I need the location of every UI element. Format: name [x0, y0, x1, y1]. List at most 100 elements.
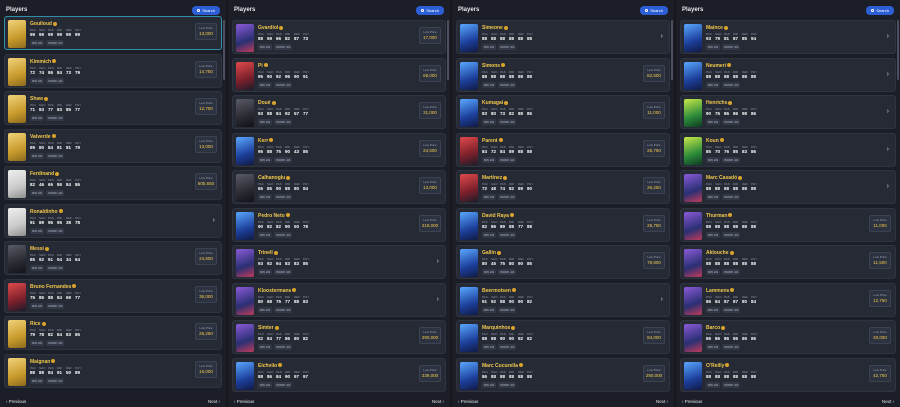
player-card[interactable]: Kimmich PAC SHO PAS DRI DEF PHY 72 74 86 84 73 79 RW … — [4, 53, 222, 88]
player-card[interactable]: Pedro Neto PAC SHO PAS DRI DEF PHY 90 82 82 90 50 78… — [232, 207, 446, 242]
player-card[interactable]: Trinell PAC SHO PAS DRI DEF PHY 93 92 94 83 83 85 RW … — [232, 245, 446, 279]
player-card[interactable]: Gvardiol PAC SHO PAS DRI DEF PHY 88 59 66 82 87 73 RW… — [232, 20, 446, 54]
chevron-right-icon[interactable]: › — [437, 258, 439, 265]
next-button[interactable]: Next › — [656, 399, 668, 404]
player-card[interactable]: Lammens PAC SHO PAS DRI DEF PHY 86 84 87 87 80 84 RW … — [680, 282, 896, 317]
price-value: 24,600 — [199, 256, 213, 261]
stat-value: 75 — [715, 111, 721, 116]
player-chips: RW LW WORK 4/4 — [482, 194, 517, 200]
player-card[interactable]: Gouiloud PAC SHO PAS DRI DEF PHY 99 99 99 99 99 99 RW… — [4, 16, 222, 50]
player-card[interactable]: Kerr PAC SHO PAS DRI DEF PHY 95 88 75 90 43 85 RW LW W… — [232, 132, 446, 167]
player-chips: RW LW WORK 4/4 — [30, 77, 65, 84]
player-card[interactable]: Valverde PAC SHO PAS DRI DEF PHY 89 80 84 81 81 79 RW… — [4, 128, 222, 163]
stat-value: 94 — [57, 257, 63, 262]
player-card[interactable]: Pi PAC SHO PAS DRI DEF PHY 95 90 92 96 90 91 RW LW WOR… — [232, 57, 446, 92]
chevron-right-icon[interactable]: › — [213, 217, 215, 224]
player-card[interactable]: Neumeri PAC SHO PAS DRI DEF PHY 88 88 88 88 88 88 RW … — [680, 57, 896, 92]
stat-value: 89 — [509, 148, 515, 154]
player-card[interactable]: Ronaldinho PAC SHO PAS DRI DEF PHY 91 89 95 95 38 78… — [4, 203, 222, 238]
chevron-right-icon[interactable]: › — [887, 108, 889, 115]
player-card[interactable]: Shaw PAC SHO PAS DRI DEF PHY 71 83 77 83 85 77 RW LW W… — [4, 91, 222, 125]
player-card[interactable]: Martínez PAC SHO PAS DRI DEF PHY 72 48 74 82 89 90 RW… — [456, 170, 670, 204]
stat-value: 75 — [30, 294, 36, 300]
stat-value: 84 — [482, 148, 488, 154]
stat-value: 88 — [518, 73, 524, 79]
previous-button[interactable]: ‹ Previous — [6, 399, 26, 404]
chevron-right-icon[interactable]: › — [887, 33, 889, 40]
player-card[interactable]: Calhanoglu PAC SHO PAS DRI DEF PHY 65 85 90 88 80 84… — [232, 170, 446, 204]
stat-value: 69 — [66, 294, 72, 300]
player-card[interactable]: Koun PAC SHO PAS DRI DEF PHY 85 70 76 85 83 86 RW LW W… — [680, 132, 896, 167]
search-button[interactable]: Search — [192, 5, 220, 15]
player-chips: RW LW WORK 4/4 — [482, 306, 517, 313]
player-card[interactable]: Henrichs PAC SHO PAS DRI DEF PHY 90 75 86 86 98 86 RW… — [680, 95, 896, 129]
next-button[interactable]: Next › — [208, 399, 220, 404]
next-button[interactable]: Next › — [882, 399, 894, 404]
player-card[interactable]: Maignan PAC SHO PAS DRI DEF PHY 88 88 84 91 50 89 RW … — [4, 353, 222, 388]
previous-button[interactable]: ‹ Previous — [458, 399, 478, 404]
player-card[interactable]: Messi PAC SHO PAS DRI DEF PHY 85 92 91 94 34 64 RW LW… — [4, 241, 222, 275]
stat-value: 88 — [715, 373, 721, 379]
scrollbar[interactable] — [223, 20, 225, 80]
player-card[interactable]: Kloostermans PAC SHO PAS DRI DEF PHY 80 68 75 77 88… — [232, 282, 446, 317]
player-card[interactable]: Parent PAC SHO PAS DRI DEF PHY 84 72 84 89 88 88 RW L… — [456, 132, 670, 167]
previous-button[interactable]: ‹ Previous — [682, 399, 702, 404]
price-label: Low Price — [423, 142, 437, 147]
player-card[interactable]: Rice PAC SHO PAS DRI DEF PHY 79 78 82 84 83 85 RW LW W… — [4, 316, 222, 350]
player-card[interactable]: Beermotsen PAC SHO PAS DRI DEF PHY 91 92 88 90 90 82… — [456, 282, 670, 317]
player-card[interactable]: Eichvilo PAC SHO PAS DRI DEF PHY 88 86 84 90 97 97 RW… — [232, 357, 446, 392]
stat-value: 88 — [724, 223, 730, 229]
scrollbar[interactable] — [897, 20, 899, 80]
chevron-right-icon[interactable]: › — [661, 33, 663, 40]
stat-value: 82 — [267, 223, 273, 229]
player-card[interactable]: Aklouche PAC SHO PAS DRI DEF PHY 88 88 88 88 88 88 RW… — [680, 245, 896, 279]
player-card[interactable]: Ferdinand PAC SHO PAS DRI DEF PHY 82 46 65 86 84 86 R… — [4, 166, 222, 200]
stat-value: 88 — [500, 373, 506, 379]
player-chip: WORK 4/4 — [46, 340, 65, 346]
player-card[interactable]: Kumagai PAC SHO PAS DRI DEF PHY 83 80 73 82 88 85 RW … — [456, 95, 670, 129]
stat-value: 94 — [751, 36, 757, 41]
search-button[interactable]: Search — [866, 5, 894, 15]
stat-value: 86 — [57, 182, 63, 187]
search-button[interactable]: Search — [416, 5, 444, 15]
player-card[interactable]: Simter PAC SHO PAS DRI DEF PHY 92 84 77 86 80 82 RW L… — [232, 320, 446, 354]
player-card-image — [8, 207, 26, 236]
player-card[interactable]: Thurman PAC SHO PAS DRI DEF PHY 88 88 88 88 88 88 RW … — [680, 207, 896, 242]
player-card[interactable]: Bruno Fernandes PAC SHO PAS DRI DEF PHY 75 85 88 8… — [4, 278, 222, 313]
player-card[interactable]: Marquinhos PAC SHO PAS DRI DEF PHY 88 88 90 90 92 82… — [456, 320, 670, 354]
player-card[interactable]: O'Reilly PAC SHO PAS DRI DEF PHY 88 88 88 88 88 88 RW… — [680, 357, 896, 392]
player-chips: RW LW WORK 4/4 — [258, 231, 293, 238]
search-icon — [871, 8, 875, 12]
chevron-right-icon[interactable]: › — [887, 146, 889, 153]
stat-value: 82 — [509, 186, 515, 191]
chevron-right-icon[interactable]: › — [887, 71, 889, 78]
chevron-right-icon[interactable]: › — [661, 296, 663, 303]
player-chips: RW LW WORK 4/4 — [258, 381, 293, 388]
scrollbar[interactable] — [447, 20, 449, 80]
stat-values: 95 90 92 96 90 91 — [258, 74, 310, 79]
chevron-right-icon[interactable]: › — [437, 296, 439, 303]
stat-values: 85 92 91 94 34 64 — [30, 257, 82, 262]
player-card[interactable]: David Raya PAC SHO PAS DRI DEF PHY 82 86 89 88 77 88… — [456, 207, 670, 242]
search-label: Search — [650, 7, 663, 13]
stat-value: 99 — [57, 32, 63, 37]
next-button[interactable]: Next › — [432, 399, 444, 404]
player-card[interactable]: Gallin PAC SHO PAS DRI DEF PHY 80 45 75 80 90 85 RW L… — [456, 245, 670, 279]
stat-value: 88 — [733, 373, 739, 379]
player-card[interactable]: Barco PAC SHO PAS DRI DEF PHY 86 86 86 86 86 86 RW LW… — [680, 320, 896, 354]
chevron-right-icon[interactable]: › — [887, 183, 889, 190]
player-card[interactable]: Simons PAC SHO PAS DRI DEF PHY 88 88 88 88 88 88 RW L… — [456, 57, 670, 92]
player-card[interactable]: Marc Casadó PAC SHO PAS DRI DEF PHY 88 88 88 88 88 8… — [680, 170, 896, 204]
player-card[interactable]: Simeone PAC SHO PAS DRI DEF PHY 88 88 88 88 88 88 RW … — [456, 20, 670, 54]
player-card[interactable]: Doué PAC SHO PAS DRI DEF PHY 93 88 84 92 57 77 RW LW W… — [232, 95, 446, 129]
player-name: Valverde — [30, 134, 56, 140]
stat-value: 80 — [509, 261, 515, 266]
stat-value: 70 — [715, 148, 721, 154]
player-card[interactable]: Marc Cucurella PAC SHO PAS DRI DEF PHY 86 88 88 88… — [456, 357, 670, 392]
player-chip: RW LW — [258, 306, 273, 313]
previous-button[interactable]: ‹ Previous — [234, 399, 254, 404]
player-card[interactable]: Maince PAC SHO PAS DRI DEF PHY 93 79 81 87 85 94 RW L… — [680, 20, 896, 54]
scrollbar[interactable] — [671, 20, 673, 80]
price-box: Low Price 79,800 — [643, 252, 665, 269]
search-button[interactable]: Search — [640, 5, 668, 15]
